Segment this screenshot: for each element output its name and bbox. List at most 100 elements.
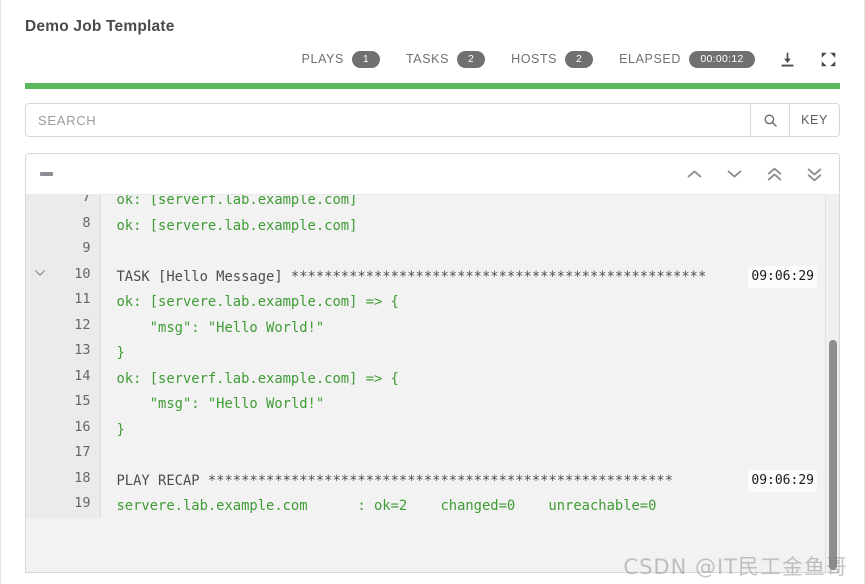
line-content: [100, 441, 839, 467]
expand-icon[interactable]: [820, 51, 837, 68]
stat-elapsed-label: ELAPSED: [619, 52, 681, 66]
line-content: "msg": "Hello World!": [100, 390, 839, 416]
line-gutter-spacer: [26, 390, 54, 416]
line-text: }: [116, 421, 125, 438]
console-line: 19 servere.lab.example.com : ok=2 changed…: [26, 492, 839, 518]
minus-icon[interactable]: [40, 172, 53, 176]
line-content: [100, 237, 839, 263]
line-gutter-spacer: [26, 211, 54, 237]
console-line: 17: [26, 441, 839, 467]
line-content: PLAY RECAP *****************************…: [100, 467, 839, 493]
console-line: 9: [26, 237, 839, 263]
line-content: "msg": "Hello World!": [100, 314, 839, 340]
line-text: ok: [servere.lab.example.com]: [116, 217, 358, 234]
console-toolbar: [26, 154, 839, 195]
line-number: 7: [54, 195, 101, 212]
page-title: Demo Job Template: [25, 18, 175, 35]
console-line: 11 ok: [servere.lab.example.com] => {: [26, 288, 839, 314]
line-timestamp: 09:06:29: [748, 469, 817, 492]
console-toolbar-left: [40, 172, 53, 176]
chevron-down-icon[interactable]: [726, 168, 743, 180]
stat-tasks-label: TASKS: [406, 52, 450, 66]
job-output-page: Demo Job Template PLAYS 1 TASKS 2 HOSTS …: [0, 0, 865, 584]
stat-hosts-label: HOSTS: [511, 52, 558, 66]
console-scrollbar-thumb[interactable]: [829, 340, 837, 570]
line-gutter-spacer: [26, 492, 54, 518]
line-gutter-spacer: [26, 466, 54, 492]
line-content: ok: [serverf.lab.example.com] => {: [100, 365, 839, 391]
search-area: KEY: [1, 89, 864, 137]
line-gutter-spacer: [26, 441, 54, 467]
double-chevron-up-icon[interactable]: [766, 167, 783, 182]
stat-plays-badge: 1: [352, 50, 380, 68]
line-number: 16: [54, 415, 101, 441]
stat-hosts-badge: 2: [565, 50, 594, 68]
console-body: 7 ok: [serverf.lab.example.com] 8 ok: [serv…: [26, 195, 839, 572]
console-scrollbar[interactable]: [825, 195, 839, 572]
line-content: }: [100, 416, 839, 442]
line-content: ok: [serverf.lab.example.com]: [100, 195, 839, 212]
stat-plays: PLAYS 1: [301, 50, 380, 68]
search-icon[interactable]: [750, 104, 789, 136]
line-text: ok: [serverf.lab.example.com]: [116, 195, 358, 208]
line-gutter-spacer: [26, 364, 54, 390]
line-number: 13: [54, 339, 101, 365]
download-icon[interactable]: [779, 51, 796, 68]
console-line: 16}: [26, 415, 839, 442]
line-number: 15: [54, 390, 101, 416]
line-gutter-spacer: [26, 195, 54, 212]
stat-tasks: TASKS 2: [406, 50, 486, 68]
stat-elapsed: ELAPSED 00:00:12: [619, 50, 755, 68]
line-text: servere.lab.example.com : ok=2 changed=0…: [116, 498, 657, 514]
line-text: "msg": "Hello World!": [116, 319, 325, 336]
console-line: 12 "msg": "Hello World!": [26, 313, 839, 340]
line-number: 9: [54, 237, 101, 263]
line-content: ok: [servere.lab.example.com] => {: [100, 288, 839, 314]
console-line: 15 "msg": "Hello World!": [26, 390, 839, 416]
line-number: 18: [54, 466, 101, 492]
line-content: ok: [servere.lab.example.com]: [100, 212, 839, 238]
line-content: servere.lab.example.com : ok=2 changed=0…: [100, 492, 839, 518]
console-line: 18 PLAY RECAP ***************************…: [26, 466, 839, 493]
line-text: TASK [Hello Message] *******************…: [116, 268, 707, 285]
stat-hosts: HOSTS 2: [511, 50, 594, 68]
line-gutter-spacer: [26, 313, 54, 339]
line-number: 8: [54, 211, 101, 237]
console-panel: 7 ok: [serverf.lab.example.com] 8 ok: [serv…: [25, 153, 840, 573]
console-line: 10 TASK [Hello Message] *****************…: [26, 262, 839, 289]
console-toolbar-right: [686, 167, 823, 182]
job-header: Demo Job Template PLAYS 1 TASKS 2 HOSTS …: [1, 0, 864, 89]
line-text: ok: [servere.lab.example.com] => {: [116, 294, 399, 310]
line-timestamp: 09:06:29: [748, 265, 817, 288]
line-number: 10: [54, 262, 101, 288]
key-button[interactable]: KEY: [789, 104, 839, 136]
console-line: 8 ok: [servere.lab.example.com]: [26, 211, 839, 238]
stat-plays-label: PLAYS: [301, 52, 344, 66]
line-number: 14: [54, 364, 101, 390]
line-text: PLAY RECAP *****************************…: [116, 472, 674, 489]
line-text: }: [116, 345, 125, 361]
line-gutter-spacer: [26, 339, 54, 365]
stat-tasks-badge: 2: [457, 50, 486, 68]
job-stats-row: PLAYS 1 TASKS 2 HOSTS 2 ELAPSED 00:00:12: [25, 46, 840, 72]
line-number: 17: [54, 441, 101, 467]
line-content: TASK [Hello Message] *******************…: [100, 263, 839, 289]
line-gutter-spacer: [26, 415, 54, 441]
chevron-up-icon[interactable]: [686, 168, 703, 180]
line-text: "msg": "Hello World!": [116, 396, 325, 412]
line-gutter-spacer: [26, 237, 54, 263]
search-input[interactable]: [26, 104, 750, 136]
line-number: 11: [54, 288, 101, 314]
line-text: ok: [serverf.lab.example.com] => {: [116, 370, 399, 387]
line-gutter-spacer: [26, 288, 54, 314]
console-line: 13}: [26, 339, 839, 365]
search-group: KEY: [25, 103, 840, 137]
console-scroll-region[interactable]: 7 ok: [serverf.lab.example.com] 8 ok: [serv…: [26, 195, 839, 572]
line-content: }: [100, 339, 839, 365]
line-number: 19: [54, 492, 101, 518]
double-chevron-bottom-icon[interactable]: [806, 167, 823, 182]
console-line: 14 ok: [serverf.lab.example.com] => {: [26, 364, 839, 391]
console-lines: 7 ok: [serverf.lab.example.com] 8 ok: [serv…: [26, 195, 839, 518]
line-collapse-toggle[interactable]: [26, 262, 54, 288]
line-number: 12: [54, 313, 101, 339]
